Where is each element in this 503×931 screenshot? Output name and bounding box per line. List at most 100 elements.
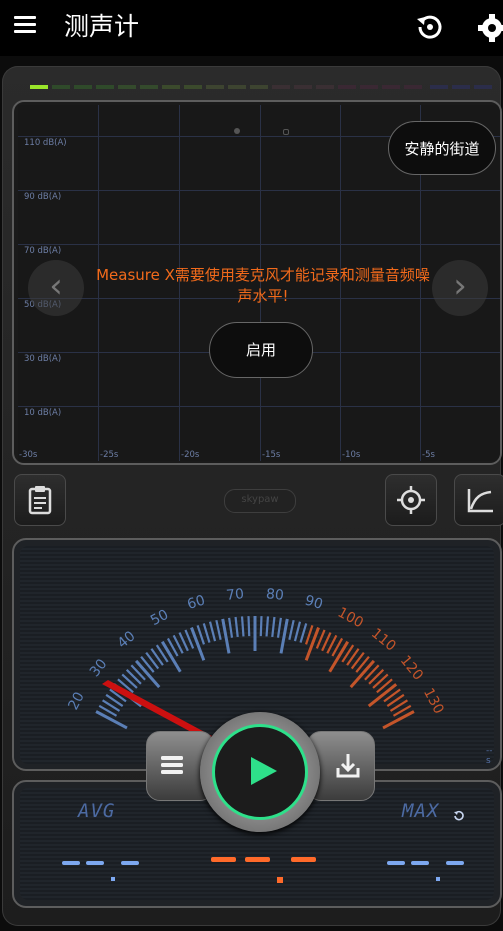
reset-icon xyxy=(454,810,464,821)
meter-tick xyxy=(304,625,314,645)
play-button-housing xyxy=(200,712,320,832)
meter-tick xyxy=(221,618,231,654)
page-dot xyxy=(283,129,289,135)
reset-max-button[interactable] xyxy=(452,808,466,822)
meter-scale-label: 120 xyxy=(397,653,426,684)
led xyxy=(474,85,492,89)
avg-decimal-dot xyxy=(111,877,115,881)
led xyxy=(184,85,202,89)
led xyxy=(228,85,246,89)
y-axis-label: 10 dB(A) xyxy=(24,408,62,418)
led xyxy=(294,85,312,89)
play-button[interactable] xyxy=(212,724,308,820)
led xyxy=(30,85,48,89)
meter-scale-label: 110 xyxy=(368,625,399,654)
clipboard-icon xyxy=(28,486,52,515)
next-arrow-button[interactable]: › xyxy=(432,260,488,316)
y-axis-label: 30 dB(A) xyxy=(24,354,62,364)
menu-icon xyxy=(14,16,38,33)
avg-label: AVG xyxy=(78,800,116,822)
x-axis-label: -20s xyxy=(181,450,200,460)
meter-tick xyxy=(208,621,217,642)
microphone-permission-message: Measure X需要使用麦克风才能记录和测量音频噪声水平! xyxy=(96,266,430,305)
chart-mode-button[interactable] xyxy=(454,474,503,526)
led xyxy=(250,85,268,89)
meter-scale-label: 60 xyxy=(185,592,207,612)
led xyxy=(272,85,290,89)
led xyxy=(118,85,136,89)
max-value-dash xyxy=(387,861,405,865)
x-axis-label: -30s xyxy=(19,450,38,460)
meter-tick xyxy=(299,623,308,643)
history-graph: 110 dB(A) 90 dB(A) 70 dB(A) 50 dB(A) 30 … xyxy=(18,105,500,461)
meter-tick xyxy=(202,623,211,643)
led xyxy=(74,85,92,89)
grid-line xyxy=(18,190,500,191)
meter-tick xyxy=(276,617,282,638)
x-axis-label: -10s xyxy=(342,450,361,460)
meter-scale-label: 20 xyxy=(65,690,87,713)
grid-line xyxy=(18,406,500,407)
avg-value-dash xyxy=(121,861,139,865)
meter-tick xyxy=(304,627,320,661)
led xyxy=(162,85,180,89)
calibrate-button[interactable] xyxy=(385,474,437,526)
history-button[interactable] xyxy=(413,11,445,43)
x-axis-label: -25s xyxy=(100,450,119,460)
meter-scale-label: 130 xyxy=(420,686,447,717)
meter-scale-label: 70 xyxy=(226,586,245,604)
meter-tick xyxy=(240,616,245,637)
current-value-dash xyxy=(245,857,270,862)
y-axis-label: 110 dB(A) xyxy=(24,138,67,148)
current-value-dash xyxy=(291,857,316,862)
y-axis-label: 90 dB(A) xyxy=(24,192,62,202)
max-label: MAX xyxy=(402,800,440,822)
meter-tick xyxy=(259,616,263,637)
play-icon xyxy=(251,757,277,785)
environment-preset-button[interactable]: 安静的街道 xyxy=(388,121,496,175)
meter-tick xyxy=(288,619,295,640)
menu-button[interactable] xyxy=(14,16,38,40)
meter-tick xyxy=(196,625,206,645)
curve-chart-icon xyxy=(467,489,493,513)
enable-microphone-button[interactable]: 启用 xyxy=(209,322,313,378)
led xyxy=(430,85,448,89)
y-axis-label: 70 dB(A) xyxy=(24,246,62,256)
history-icon xyxy=(417,15,442,39)
chevron-right-icon: › xyxy=(453,266,467,306)
led xyxy=(96,85,114,89)
chevron-left-icon: ‹ xyxy=(49,266,63,306)
meter-scale-label: 80 xyxy=(265,586,284,604)
page-dot xyxy=(234,128,240,134)
settings-icon xyxy=(478,14,503,42)
meter-tick xyxy=(234,616,239,638)
app-title: 测声计 xyxy=(64,12,140,41)
report-button[interactable] xyxy=(14,474,66,526)
meter-tick xyxy=(228,617,234,638)
led xyxy=(338,85,356,89)
led xyxy=(404,85,422,89)
avg-value-dash xyxy=(86,861,104,865)
led xyxy=(206,85,224,89)
crosshair-icon xyxy=(397,486,425,514)
led xyxy=(382,85,400,89)
settings-button[interactable] xyxy=(477,12,503,44)
grid-line xyxy=(18,244,500,245)
app-bar: 测声计 xyxy=(0,0,503,56)
current-value-dash xyxy=(211,857,236,862)
meter-ticks xyxy=(95,616,415,730)
previous-arrow-button[interactable]: ‹ xyxy=(28,260,84,316)
led xyxy=(452,85,470,89)
led xyxy=(360,85,378,89)
meter-scale-label: 50 xyxy=(148,607,171,630)
meter-scale-label: 100 xyxy=(335,605,366,632)
meter-scale-label: 30 xyxy=(87,656,111,680)
led xyxy=(140,85,158,89)
x-axis-label: -15s xyxy=(262,450,281,460)
led xyxy=(52,85,70,89)
max-value-dash xyxy=(411,861,429,865)
max-value-dash xyxy=(446,861,464,865)
history-graph-panel: 110 dB(A) 90 dB(A) 70 dB(A) 50 dB(A) 30 … xyxy=(12,100,502,465)
led xyxy=(316,85,334,89)
meter-scale-label: 90 xyxy=(303,592,325,612)
